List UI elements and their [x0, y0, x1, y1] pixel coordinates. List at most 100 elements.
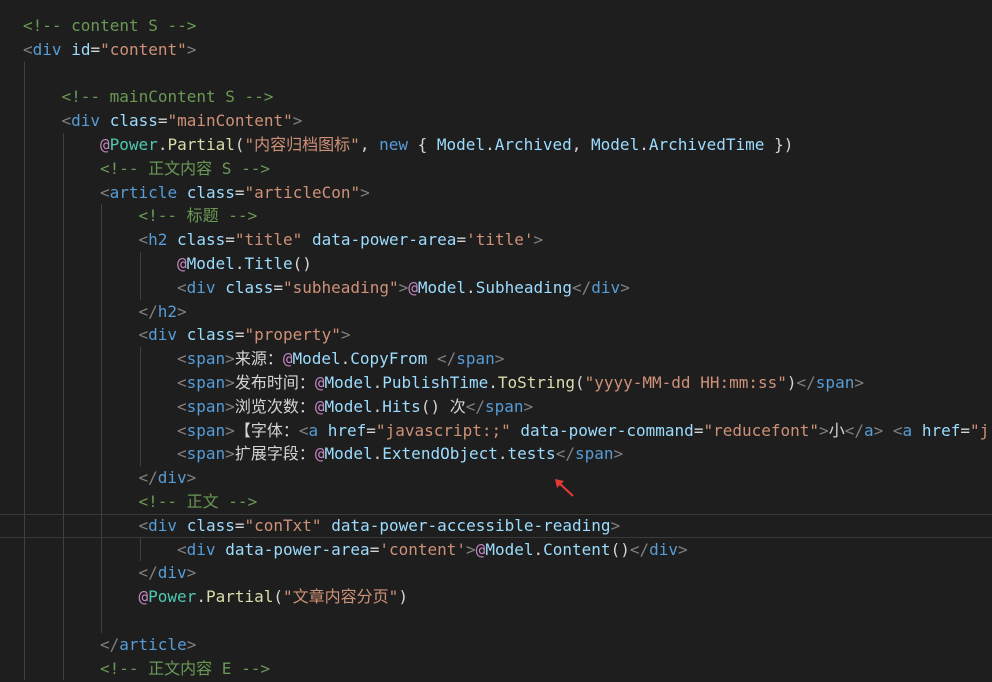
- code-line[interactable]: <h2 class="title" data-power-area='title…: [0, 228, 992, 252]
- code-token: div: [71, 111, 101, 131]
- code-token: >: [186, 563, 197, 583]
- code-token: "reducefont": [703, 420, 820, 440]
- code-token: <: [61, 111, 72, 131]
- code-editor[interactable]: <!-- content S --> <div id="content"> <!--…: [0, 0, 992, 682]
- code-token: <: [892, 420, 903, 440]
- code-token: =: [90, 39, 101, 59]
- code-token: >: [225, 373, 235, 392]
- code-line[interactable]: <!-- 正文内容 E -->: [0, 657, 992, 681]
- code-line[interactable]: <div class="property">: [0, 323, 992, 347]
- code-token: .: [234, 254, 245, 273]
- code-line[interactable]: <!-- content S -->: [0, 14, 992, 38]
- code-token: </: [138, 563, 158, 583]
- code-line[interactable]: <article class="articleCon">: [0, 181, 992, 205]
- code-line[interactable]: <span>【字体：<a href="javascript:;" data-po…: [0, 419, 992, 443]
- code-token: <: [177, 277, 187, 297]
- code-token: {: [407, 135, 437, 154]
- code-token: <!-- content S -->: [23, 16, 197, 35]
- code-token: a: [902, 420, 913, 440]
- code-line[interactable]: <div id="content">: [0, 38, 992, 62]
- code-line[interactable]: <!-- 正文内容 S -->: [0, 157, 992, 181]
- code-token: 'title': [466, 230, 534, 250]
- code-token: div: [186, 539, 216, 559]
- code-token: article: [119, 634, 187, 654]
- code-token: >: [186, 468, 197, 488]
- code-line[interactable]: <span>来源：@Model.CopyFrom </span>: [0, 347, 992, 371]
- code-token: h2: [157, 301, 178, 321]
- code-token: @: [177, 254, 187, 273]
- red-arrow-icon: [555, 479, 574, 497]
- code-token: Model: [186, 254, 235, 273]
- code-token: =: [273, 277, 283, 297]
- code-token: =: [234, 515, 245, 535]
- code-token: @: [408, 277, 418, 297]
- code-line[interactable]: @Power.Partial("内容归档图标", new { Model.Arc…: [0, 133, 992, 157]
- code-token: span: [186, 444, 226, 464]
- code-line[interactable]: <!-- mainContent S -->: [0, 85, 992, 109]
- code-token: Model: [485, 539, 534, 559]
- code-line[interactable]: </div>: [0, 466, 992, 490]
- code-token: span: [186, 396, 226, 416]
- code-token: >: [620, 277, 630, 297]
- code-token: >: [225, 420, 235, 440]
- code-token: >: [533, 230, 544, 250]
- code-token: Model: [436, 135, 486, 154]
- code-token: }): [764, 135, 794, 154]
- code-token: >: [340, 325, 351, 345]
- code-line[interactable]: <div class="mainContent">: [0, 109, 992, 133]
- code-line[interactable]: <div data-power-area='content'>@Model.Co…: [0, 538, 992, 562]
- code-token: Subheading: [475, 277, 573, 297]
- code-line[interactable]: @Model.Title(): [0, 252, 992, 276]
- code-token: </: [436, 349, 457, 369]
- code-token: Partial: [167, 135, 235, 154]
- code-line[interactable]: @Power.Partial("文章内容分页"): [0, 585, 992, 609]
- code-token: "content": [100, 39, 187, 59]
- code-token: data-power-command: [520, 420, 694, 440]
- code-token: <: [177, 396, 187, 416]
- code-token: </: [572, 277, 592, 297]
- code-line[interactable]: <span>浏览次数：@Model.Hits() 次</span>: [0, 395, 992, 419]
- code-token: .: [372, 444, 383, 464]
- code-token: 【字体：: [234, 420, 299, 440]
- code-token: Power: [148, 587, 197, 607]
- code-token: <!-- mainContent S -->: [61, 87, 274, 107]
- code-line[interactable]: </div>: [0, 561, 992, 585]
- code-token: "property": [244, 325, 341, 345]
- code-token: .: [372, 396, 383, 416]
- code-token: <: [177, 539, 187, 559]
- code-line[interactable]: [0, 609, 992, 633]
- code-line[interactable]: <div class="subheading">@Model.Subheadin…: [0, 276, 992, 300]
- code-token: >: [494, 349, 505, 369]
- code-token: div: [148, 325, 178, 345]
- code-line[interactable]: [0, 62, 992, 86]
- code-token: div: [591, 277, 621, 297]
- code-token: <: [177, 373, 187, 392]
- code-token: <!-- 正文 -->: [138, 492, 258, 511]
- code-token: id: [71, 39, 91, 59]
- code-line[interactable]: <div class="conTxt" data-power-accessibl…: [0, 514, 992, 538]
- code-line[interactable]: <span>扩展字段：@Model.ExtendObject.tests</sp…: [0, 442, 992, 466]
- code-token: =: [157, 111, 168, 131]
- code-token: Model: [324, 396, 373, 416]
- code-token: class: [109, 111, 158, 131]
- code-token: "j: [969, 420, 990, 440]
- code-token: ): [398, 587, 408, 607]
- code-token: >: [177, 301, 187, 321]
- code-token: >: [398, 277, 409, 297]
- code-line[interactable]: <span>发布时间：@Model.PublishTime.ToString("…: [0, 371, 992, 395]
- code-token: Archived: [494, 135, 572, 154]
- code-line[interactable]: </article>: [0, 633, 992, 657]
- code-line[interactable]: </h2>: [0, 300, 992, 324]
- code-line[interactable]: <!-- 正文 -->: [0, 490, 992, 514]
- code-line[interactable]: <!-- 标题 -->: [0, 204, 992, 228]
- code-token: >: [466, 539, 476, 559]
- code-token: >: [854, 373, 864, 392]
- code-token: "内容归档图标": [244, 135, 360, 154]
- code-token: </: [138, 301, 158, 321]
